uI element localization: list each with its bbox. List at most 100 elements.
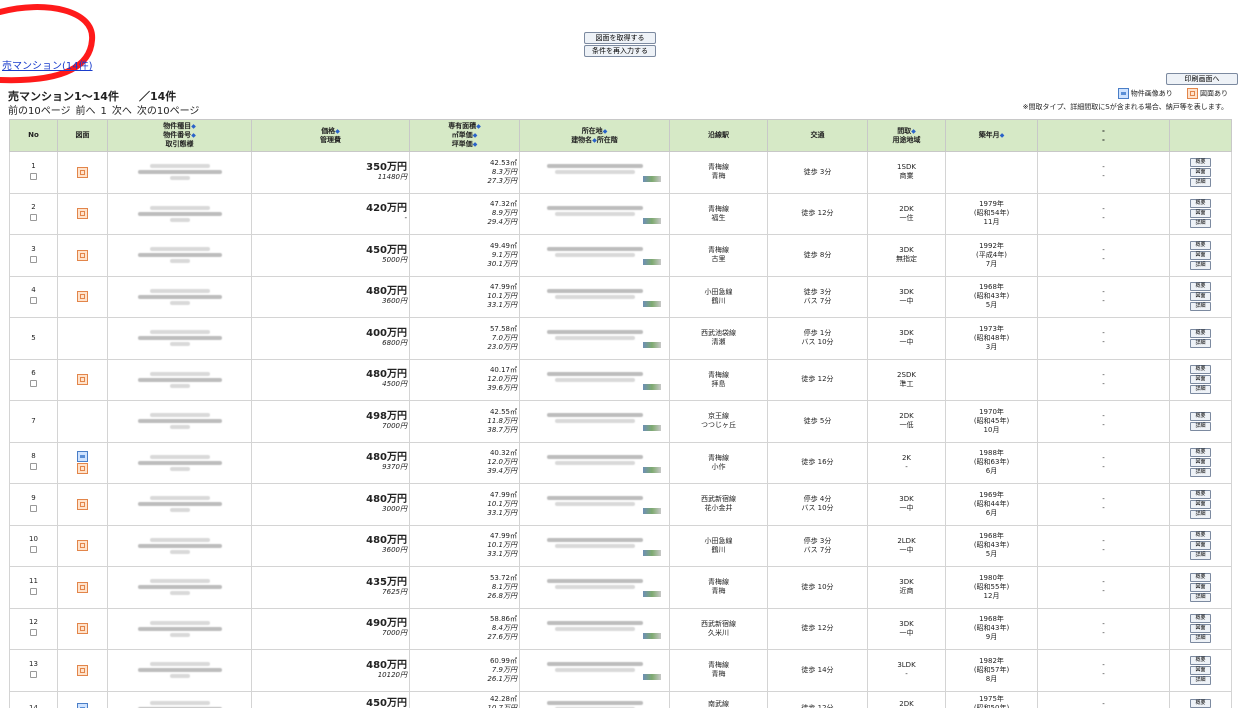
overview-button[interactable]: 概要 bbox=[1190, 157, 1211, 167]
select-checkbox[interactable] bbox=[30, 587, 37, 595]
floorplan-icon[interactable] bbox=[77, 291, 88, 303]
photo-icon[interactable] bbox=[77, 703, 88, 708]
detail-button[interactable]: 詳細 bbox=[1190, 338, 1211, 348]
col-name[interactable]: 物件種目◆ 物件番号◆ 取引態様 bbox=[107, 119, 252, 152]
map-thumbnail[interactable] bbox=[643, 383, 661, 390]
plan-button[interactable]: 図面 bbox=[1190, 624, 1211, 634]
floorplan-icon[interactable] bbox=[77, 540, 88, 552]
detail-button[interactable]: 詳細 bbox=[1190, 509, 1211, 519]
select-checkbox[interactable] bbox=[30, 172, 37, 180]
map-thumbnail[interactable] bbox=[643, 674, 661, 681]
photo-icon[interactable] bbox=[77, 451, 88, 463]
floorplan-icon[interactable] bbox=[77, 249, 88, 261]
floorplan-icon[interactable] bbox=[77, 664, 88, 676]
map-thumbnail[interactable] bbox=[643, 217, 661, 224]
map-thumbnail[interactable] bbox=[643, 591, 661, 598]
detail-button[interactable]: 詳細 bbox=[1190, 302, 1211, 312]
col-location[interactable]: 所在地◆ 建物名◆所在階 bbox=[519, 119, 670, 152]
row-layout: 3LDK - bbox=[867, 649, 946, 692]
map-thumbnail[interactable] bbox=[643, 342, 661, 349]
overview-button[interactable]: 概要 bbox=[1190, 411, 1211, 421]
map-thumbnail[interactable] bbox=[643, 425, 661, 432]
plan-button[interactable]: 図面 bbox=[1190, 375, 1211, 385]
map-thumbnail[interactable] bbox=[643, 300, 661, 307]
col-area[interactable]: 専有面積◆ ㎡単価◆ 坪単価◆ bbox=[409, 119, 520, 152]
map-thumbnail[interactable] bbox=[643, 508, 661, 515]
plan-button[interactable]: 図面 bbox=[1190, 458, 1211, 468]
prev-10-pages-link[interactable]: 前の10ページ bbox=[8, 106, 71, 117]
prev-page-link[interactable]: 前へ bbox=[76, 106, 96, 117]
select-checkbox[interactable] bbox=[30, 214, 37, 222]
col-built[interactable]: 築年月◆ bbox=[945, 119, 1038, 152]
overview-button[interactable]: 概要 bbox=[1190, 699, 1211, 708]
detail-button[interactable]: 詳細 bbox=[1190, 219, 1211, 229]
map-thumbnail[interactable] bbox=[643, 176, 661, 183]
row-built bbox=[945, 358, 1038, 401]
select-checkbox[interactable] bbox=[30, 380, 37, 388]
col-actions bbox=[1169, 119, 1232, 152]
floorplan-icon[interactable] bbox=[77, 581, 88, 593]
map-thumbnail[interactable] bbox=[643, 466, 661, 473]
floorplan-icon[interactable] bbox=[77, 498, 88, 510]
row-area: 42.28㎡10.7万円35.2万円 bbox=[409, 690, 520, 708]
print-view-button[interactable]: 印刷画面へ bbox=[1166, 73, 1238, 85]
col-layout[interactable]: 間取◆ 用途地域 bbox=[867, 119, 946, 152]
select-checkbox[interactable] bbox=[30, 504, 37, 512]
overview-button[interactable]: 概要 bbox=[1190, 199, 1211, 209]
overview-button[interactable]: 概要 bbox=[1190, 614, 1211, 624]
overview-button[interactable]: 概要 bbox=[1190, 489, 1211, 499]
floorplan-icon[interactable] bbox=[77, 623, 88, 635]
select-checkbox[interactable] bbox=[30, 297, 37, 305]
sort-icon: ◆ bbox=[472, 141, 478, 148]
next-page-link[interactable]: 次へ bbox=[112, 106, 132, 117]
plan-button[interactable]: 図面 bbox=[1190, 167, 1211, 177]
reenter-conditions-button[interactable]: 条件を再入力する bbox=[584, 45, 656, 57]
row-name-redacted bbox=[107, 358, 252, 401]
row-price: 420万円 - bbox=[251, 192, 410, 235]
overview-button[interactable]: 概要 bbox=[1190, 448, 1211, 458]
map-thumbnail[interactable] bbox=[643, 632, 661, 639]
overview-button[interactable]: 概要 bbox=[1190, 531, 1211, 541]
row-built: 1968年 (昭和43年) 5月 bbox=[945, 275, 1038, 318]
plan-button[interactable]: 図面 bbox=[1190, 541, 1211, 551]
select-checkbox[interactable] bbox=[30, 463, 37, 471]
overview-button[interactable]: 概要 bbox=[1190, 282, 1211, 292]
floorplan-icon[interactable] bbox=[77, 374, 88, 386]
detail-button[interactable]: 詳細 bbox=[1190, 421, 1211, 431]
overview-button[interactable]: 概要 bbox=[1190, 655, 1211, 665]
map-thumbnail[interactable] bbox=[643, 259, 661, 266]
row-no: 7 bbox=[9, 400, 58, 443]
detail-button[interactable]: 詳細 bbox=[1190, 260, 1211, 270]
select-checkbox[interactable] bbox=[30, 629, 37, 637]
col-price[interactable]: 価格◆ 管理費 bbox=[251, 119, 410, 152]
overview-button[interactable]: 概要 bbox=[1190, 328, 1211, 338]
select-checkbox[interactable] bbox=[30, 546, 37, 554]
row-layout: 2DK 一低 bbox=[867, 400, 946, 443]
plan-button[interactable]: 図面 bbox=[1190, 499, 1211, 509]
detail-button[interactable]: 詳細 bbox=[1190, 177, 1211, 187]
select-checkbox[interactable] bbox=[30, 670, 37, 678]
map-thumbnail[interactable] bbox=[643, 549, 661, 556]
detail-button[interactable]: 詳細 bbox=[1190, 385, 1211, 395]
floorplan-icon[interactable] bbox=[77, 166, 88, 178]
detail-button[interactable]: 詳細 bbox=[1190, 592, 1211, 602]
plan-button[interactable]: 図面 bbox=[1190, 582, 1211, 592]
plan-button[interactable]: 図面 bbox=[1190, 250, 1211, 260]
detail-button[interactable]: 詳細 bbox=[1190, 551, 1211, 561]
overview-button[interactable]: 概要 bbox=[1190, 240, 1211, 250]
floorplan-icon[interactable] bbox=[77, 463, 88, 475]
detail-button[interactable]: 詳細 bbox=[1190, 675, 1211, 685]
next-10-pages-link[interactable]: 次の10ページ bbox=[137, 106, 200, 117]
plan-button[interactable]: 図面 bbox=[1190, 209, 1211, 219]
floorplan-icon[interactable] bbox=[77, 208, 88, 220]
detail-button[interactable]: 詳細 bbox=[1190, 468, 1211, 478]
select-checkbox[interactable] bbox=[30, 255, 37, 263]
plan-button[interactable]: 図面 bbox=[1190, 292, 1211, 302]
detail-button[interactable]: 詳細 bbox=[1190, 634, 1211, 644]
plan-button[interactable]: 図面 bbox=[1190, 665, 1211, 675]
overview-button[interactable]: 概要 bbox=[1190, 365, 1211, 375]
sort-icon: ◆ bbox=[191, 132, 196, 139]
fetch-drawings-button[interactable]: 図面を取得する bbox=[584, 32, 656, 44]
property-type-link[interactable]: 売マンション(14件) bbox=[2, 57, 93, 72]
overview-button[interactable]: 概要 bbox=[1190, 572, 1211, 582]
